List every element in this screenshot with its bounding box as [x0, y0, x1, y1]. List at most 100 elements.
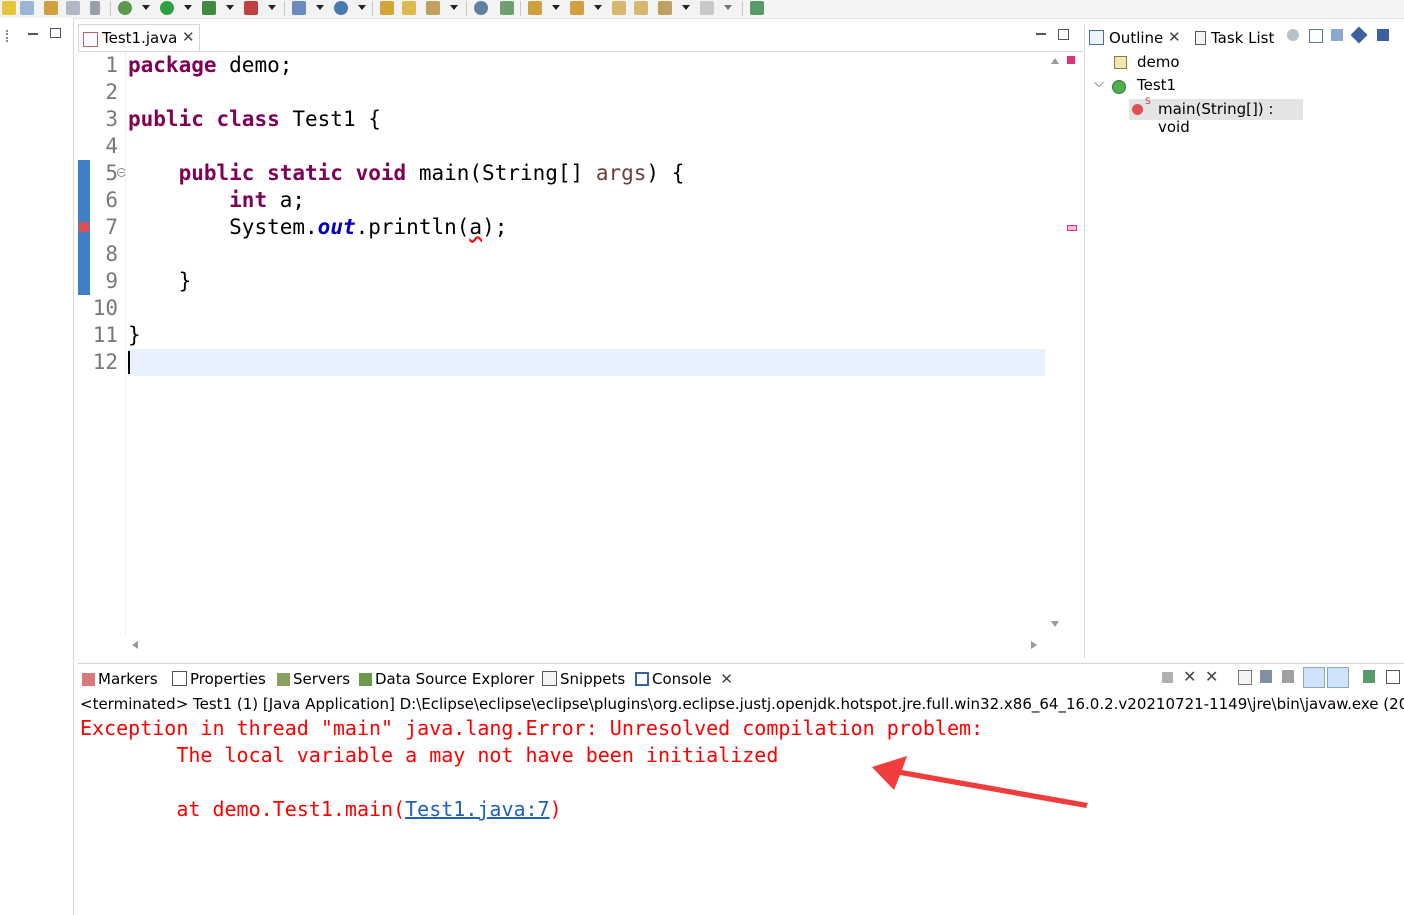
- tab-properties[interactable]: Properties: [172, 670, 266, 688]
- next-annotation-icon[interactable]: [528, 1, 542, 15]
- previous-annotation-icon[interactable]: [570, 1, 584, 15]
- code-editor[interactable]: [90, 52, 1045, 636]
- coverage-icon[interactable]: [202, 1, 216, 15]
- new-java-class-icon[interactable]: [334, 1, 348, 15]
- scroll-left-icon[interactable]: [132, 641, 138, 649]
- console-output[interactable]: <terminated> Test1 (1) [Java Application…: [78, 692, 1404, 915]
- horizontal-scrollbar[interactable]: [126, 637, 1046, 655]
- tab-snippets[interactable]: Snippets: [542, 670, 625, 688]
- external-tools-icon[interactable]: [244, 1, 258, 15]
- last-edit-location-icon[interactable]: [612, 1, 626, 15]
- remove-launch-icon[interactable]: ✕: [1183, 667, 1196, 686]
- open-task-icon[interactable]: [402, 1, 416, 15]
- vertical-scrollbar[interactable]: [1046, 52, 1064, 636]
- minimize-icon[interactable]: [28, 33, 38, 35]
- tab-data-source-explorer[interactable]: Data Source Explorer: [359, 670, 534, 688]
- search-icon[interactable]: [426, 1, 440, 15]
- debug-dropdown-icon[interactable]: [142, 5, 150, 10]
- run-dropdown-icon[interactable]: [184, 5, 192, 10]
- close-icon[interactable]: ✕: [182, 28, 195, 46]
- forward-dropdown-icon[interactable]: [724, 5, 732, 10]
- display-console-icon[interactable]: [1386, 670, 1400, 684]
- external-tools-dropdown-icon[interactable]: [268, 5, 276, 10]
- error-marker-icon[interactable]: [79, 222, 89, 232]
- new-java-class-dropdown-icon[interactable]: [358, 5, 366, 10]
- tab-test1-java[interactable]: Test1.java ✕: [78, 24, 200, 52]
- tab-markers[interactable]: Markers: [82, 670, 158, 688]
- overview-error-indicator[interactable]: [1067, 56, 1075, 64]
- scroll-lock-icon[interactable]: [1260, 670, 1272, 683]
- debug-icon[interactable]: [118, 1, 132, 15]
- previous-annotation-dropdown-icon[interactable]: [594, 5, 602, 10]
- markers-icon: [82, 673, 95, 686]
- arrow-shape: [872, 756, 1088, 808]
- new-server-icon[interactable]: [292, 1, 306, 15]
- outline-method-selected[interactable]: S main(String[]) : void: [1129, 97, 1303, 136]
- editor-maximize-icon[interactable]: [1058, 29, 1069, 40]
- tab-servers[interactable]: Servers: [277, 670, 350, 688]
- coverage-dropdown-icon[interactable]: [226, 5, 234, 10]
- open-folder-icon[interactable]: [380, 1, 394, 15]
- close-icon[interactable]: ✕: [720, 670, 733, 688]
- forward-arrow-icon[interactable]: [700, 1, 714, 15]
- outline-icon: [1089, 30, 1104, 45]
- show-on-stderr-icon[interactable]: [1327, 667, 1349, 688]
- line-number: 10: [92, 296, 118, 320]
- snippets-icon: [542, 671, 557, 686]
- code-text: );: [482, 215, 508, 239]
- pin-console-icon[interactable]: [1363, 670, 1375, 683]
- back-dropdown-icon[interactable]: [682, 5, 690, 10]
- back-arrow-icon[interactable]: [658, 1, 672, 15]
- new-server-dropdown-icon[interactable]: [316, 5, 324, 10]
- toggle-mark-icon[interactable]: [500, 1, 514, 15]
- console-tab-bar: Markers Properties Servers Data Source E…: [78, 663, 1404, 692]
- line-number: 9: [105, 269, 118, 293]
- back-icon[interactable]: [634, 1, 648, 15]
- filter-icon[interactable]: [1287, 29, 1299, 41]
- editor-minimize-icon[interactable]: [1036, 33, 1046, 35]
- outline-class-test1[interactable]: Test1: [1137, 76, 1176, 94]
- open-perspective-icon[interactable]: [750, 1, 764, 15]
- new-icon[interactable]: [2, 1, 16, 15]
- search-dropdown-icon[interactable]: [450, 5, 458, 10]
- web-browser-icon[interactable]: [474, 1, 488, 15]
- code-line-6: int a;: [128, 187, 305, 214]
- source-link[interactable]: Test1.java:7: [405, 797, 550, 821]
- restore-icon[interactable]: [50, 28, 61, 38]
- tab-outline[interactable]: Outline: [1109, 29, 1163, 47]
- hide-fields-icon[interactable]: [1350, 26, 1368, 44]
- tab-console[interactable]: Console ✕: [635, 670, 733, 688]
- print-icon[interactable]: [66, 1, 80, 15]
- remove-all-terminated-icon[interactable]: ✕: [1205, 667, 1218, 686]
- word-wrap-icon[interactable]: [1282, 670, 1294, 683]
- run-icon[interactable]: [160, 1, 174, 15]
- collapse-all-icon[interactable]: [1309, 29, 1323, 43]
- scroll-down-icon[interactable]: [1051, 621, 1059, 627]
- hide-static-icon[interactable]: [1377, 29, 1389, 41]
- class-icon: [1112, 80, 1126, 94]
- clear-console-icon[interactable]: [1238, 670, 1252, 685]
- code-line-7: System.out.println(a);: [128, 214, 507, 241]
- scroll-right-icon[interactable]: [1031, 641, 1037, 649]
- terminate-icon[interactable]: [1162, 672, 1173, 683]
- outline-package-demo[interactable]: demo: [1137, 53, 1180, 71]
- open-type-icon[interactable]: [44, 1, 58, 15]
- outline-view: Outline ✕ Task List demo ⌵ Test1 S main(…: [1084, 24, 1404, 658]
- drag-handle-icon[interactable]: [6, 30, 12, 42]
- overview-error-marker[interactable]: [1067, 225, 1077, 231]
- close-icon[interactable]: ✕: [1168, 28, 1181, 46]
- main-toolbar: [0, 0, 1404, 19]
- code-text: System.: [229, 215, 318, 239]
- pilcrow-icon[interactable]: [90, 1, 100, 15]
- scroll-up-icon[interactable]: [1051, 58, 1059, 64]
- show-on-stdout-icon[interactable]: [1303, 667, 1325, 688]
- gutter-divider: [125, 52, 126, 636]
- save-icon[interactable]: [20, 1, 34, 15]
- tab-label: Snippets: [560, 670, 626, 688]
- chevron-down-icon[interactable]: ⌵: [1094, 76, 1104, 91]
- next-annotation-dropdown-icon[interactable]: [552, 5, 560, 10]
- sort-icon[interactable]: [1331, 29, 1343, 41]
- tab-task-list[interactable]: Task List: [1211, 29, 1274, 47]
